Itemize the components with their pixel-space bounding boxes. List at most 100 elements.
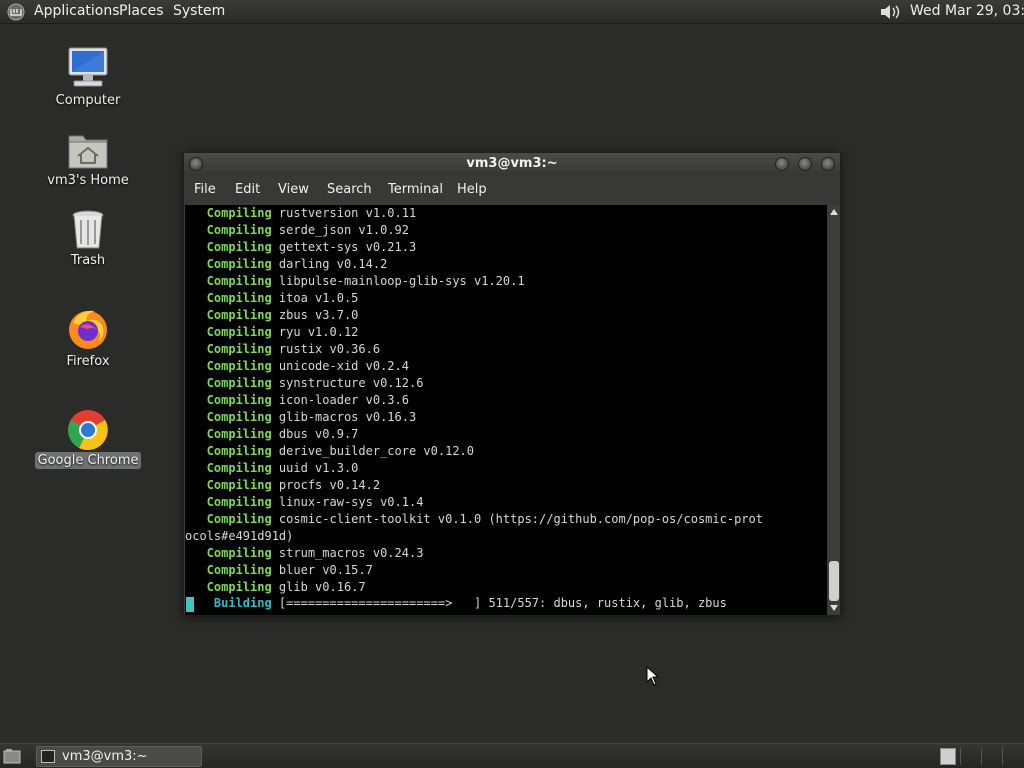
terminal-line-text: glib v0.16.7 [271,580,366,594]
menu-file[interactable]: File [194,182,216,197]
compiling-keyword: Compiling [185,274,272,288]
terminal-line: Compiling darling v0.14.2 [185,256,827,273]
workspace-1[interactable] [940,748,956,765]
terminal-line-text: libpulse-mainloop-glib-sys v1.20.1 [271,274,525,288]
menu-places[interactable]: Places [119,3,164,19]
terminal-line: Compiling synstructure v0.12.6 [185,375,827,392]
compiling-keyword: Compiling [185,223,272,237]
desktop-icon-trash[interactable]: Trash [33,208,143,270]
scrollbar-thumb[interactable] [829,561,839,601]
compiling-keyword: Compiling [185,427,272,441]
terminal-line-text: rustix v0.36.6 [271,342,381,356]
terminal-line-text: ryu v1.0.12 [271,325,359,339]
menu-search[interactable]: Search [327,182,372,197]
terminal-output[interactable]: Compiling rustversion v1.0.11 Compiling … [185,205,827,615]
compiling-keyword: Compiling [185,478,272,492]
terminal-line: Compiling itoa v1.0.5 [185,290,827,307]
terminal-line: Compiling glib-macros v0.16.3 [185,409,827,426]
desktop-icon-chrome[interactable]: Google Chrome [33,407,143,469]
maximize-button[interactable] [798,157,812,171]
computer-icon [68,47,108,87]
terminal-line-text: glib-macros v0.16.3 [271,410,417,424]
progress-status-text: 511/557: dbus, rustix, glib, zbus [481,596,727,610]
building-keyword: Building [185,596,272,610]
menu-edit[interactable]: Edit [235,182,260,197]
terminal-line-text: gettext-sys v0.21.3 [271,240,417,254]
menu-applications[interactable]: Applications [34,3,120,19]
progress-bar-text: [======================> ] [271,596,482,610]
terminal-line: Compiling dbus v0.9.7 [185,426,827,443]
compiling-keyword: Compiling [185,461,272,475]
desktop-icon-label: Computer [55,93,121,108]
terminal-line-text: itoa v1.0.5 [271,291,359,305]
window-title: vm3@vm3:~ [466,156,558,171]
build-progress-line: Building [======================> ] 511/… [185,595,827,612]
terminal-line: Compiling rustversion v1.0.11 [185,205,827,222]
terminal-line-text: procfs v0.14.2 [271,478,381,492]
terminal-line: Compiling linux-raw-sys v0.1.4 [185,494,827,511]
compiling-keyword: Compiling [185,546,272,560]
home-folder-icon [68,135,108,169]
workspace-4[interactable] [1002,748,1020,765]
terminal-line-text: dbus v0.9.7 [271,427,359,441]
desktop-icon-label: vm3's Home [47,173,129,188]
terminal-menubar: File Edit View Search Terminal Help [184,175,840,205]
menu-terminal[interactable]: Terminal [388,182,443,197]
terminal-line: Compiling ryu v1.0.12 [185,324,827,341]
scroll-up-arrow-icon[interactable] [830,209,838,215]
compiling-keyword: Compiling [185,291,272,305]
terminal-line-text: zbus v3.7.0 [271,308,359,322]
compiling-keyword: Compiling [185,376,272,390]
terminal-line: Compiling strum_macros v0.24.3 [185,545,827,562]
compiling-keyword: Compiling [185,393,272,407]
menu-help[interactable]: Help [457,182,487,197]
compiling-keyword: Compiling [185,308,272,322]
desktop-icon-home[interactable]: vm3's Home [33,128,143,190]
desktop-icon-label: Trash [70,253,106,268]
desktop-icon-label: Firefox [66,354,110,369]
desktop-icon-computer[interactable]: Computer [33,46,143,108]
trash-icon [72,210,104,249]
taskbar-button-terminal[interactable]: vm3@vm3:~ [36,746,202,767]
clock[interactable]: Wed Mar 29, 03:29 [910,3,1024,19]
mint-logo-icon[interactable] [6,3,26,21]
terminal-line: Compiling unicode-xid v0.2.4 [185,358,827,375]
terminal-line-text: linux-raw-sys v0.1.4 [271,495,424,509]
terminal-line: Compiling cosmic-client-toolkit v0.1.0 (… [185,511,827,528]
compiling-keyword: Compiling [185,495,272,509]
terminal-line-text: cosmic-client-toolkit v0.1.0 (https://gi… [271,512,763,526]
volume-icon[interactable] [878,2,902,22]
workspace-2[interactable] [960,748,978,765]
workspace-3[interactable] [981,748,999,765]
compiling-keyword: Compiling [185,325,272,339]
show-desktop-icon[interactable] [3,748,21,764]
mouse-pointer-icon [646,666,660,686]
compiling-keyword: Compiling [185,240,272,254]
close-button[interactable] [821,157,835,171]
terminal-line-text: rustversion v1.0.11 [271,206,417,220]
terminal-line: Compiling gettext-sys v0.21.3 [185,239,827,256]
minimize-button[interactable] [775,157,789,171]
terminal-line-text: serde_json v1.0.92 [271,223,409,237]
terminal-line-text: darling v0.14.2 [271,257,388,271]
terminal-scrollbar[interactable] [828,205,840,615]
scroll-down-arrow-icon[interactable] [830,605,838,611]
menu-view[interactable]: View [278,182,309,197]
terminal-line-text: derive_builder_core v0.12.0 [271,444,474,458]
terminal-icon [41,750,55,763]
terminal-window[interactable]: vm3@vm3:~ File Edit View Search Terminal… [183,152,841,616]
menu-system[interactable]: System [173,3,225,19]
terminal-line-text: synstructure v0.12.6 [271,376,424,390]
compiling-keyword: Compiling [185,512,272,526]
terminal-line: Compiling libpulse-mainloop-glib-sys v1.… [185,273,827,290]
desktop-icon-firefox[interactable]: Firefox [33,307,143,369]
desktop-icon-label: Google Chrome [34,452,142,469]
firefox-icon [69,310,107,349]
terminal-line: Compiling zbus v3.7.0 [185,307,827,324]
bottom-panel: vm3@vm3:~ [0,743,1024,768]
terminal-cursor [186,597,194,612]
terminal-line: Compiling glib v0.16.7 [185,579,827,596]
terminal-line-text: uuid v1.3.0 [271,461,359,475]
window-titlebar[interactable]: vm3@vm3:~ [184,153,840,175]
taskbar-button-label: vm3@vm3:~ [62,749,148,764]
